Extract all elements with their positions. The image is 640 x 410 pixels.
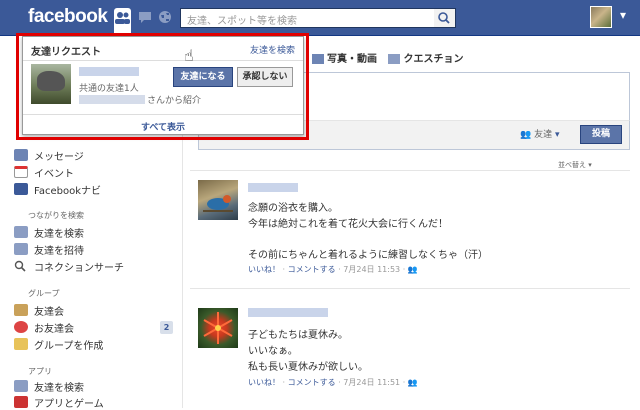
friends-icon: 👥 bbox=[520, 130, 532, 140]
story-text-line: 今年は絶対これを着て花火大会に行くんだ！ bbox=[248, 219, 448, 230]
audience-selector[interactable]: 👥 友達 ▾ bbox=[520, 127, 560, 140]
sort-menu[interactable]: 並べ替え ▾ bbox=[558, 160, 592, 170]
like-link[interactable]: いいね！ bbox=[248, 265, 280, 274]
story-text-line: 私も長い夏休みが欲しい。 bbox=[248, 362, 368, 373]
section-heading-connect: つながりを検索 bbox=[28, 211, 84, 220]
post-button[interactable]: 投稿 bbox=[580, 125, 622, 144]
sidebar-item-messages[interactable]: メッセージ bbox=[14, 147, 84, 163]
search-input[interactable]: 友達、スポット等を検索 bbox=[180, 8, 456, 28]
story-text-line: 念願の浴衣を購入。 bbox=[248, 203, 338, 214]
sidebar-item-label: 友達会 bbox=[34, 306, 64, 318]
navi-icon bbox=[14, 183, 28, 195]
chevron-down-icon: ▾ bbox=[554, 130, 560, 140]
sidebar-item-connection-search[interactable]: コネクションサーチ bbox=[14, 258, 124, 274]
story-author-photo[interactable] bbox=[198, 308, 238, 348]
comment-link[interactable]: コメントする bbox=[288, 378, 336, 387]
story-text-line: 子どもたちは夏休み。 bbox=[248, 330, 348, 341]
sidebar-item-apps-find-friends[interactable]: 友達を検索 bbox=[14, 378, 84, 394]
messages-icon[interactable] bbox=[137, 9, 153, 25]
sidebar-item-find-friends[interactable]: 友達を検索 bbox=[14, 224, 84, 240]
friend-requests-icon[interactable] bbox=[114, 8, 131, 36]
section-heading-apps: アプリ bbox=[28, 367, 52, 376]
sidebar-item-events[interactable]: イベント bbox=[14, 164, 74, 180]
notifications-globe-icon[interactable] bbox=[157, 9, 173, 25]
flower-photo-icon bbox=[203, 312, 233, 344]
sidebar-item-label: お友達会 bbox=[34, 323, 74, 335]
section-heading-groups: グループ bbox=[28, 289, 60, 298]
user-avatar[interactable] bbox=[590, 6, 612, 28]
privacy-icon: 👥 bbox=[407, 378, 418, 387]
create-group-icon bbox=[14, 338, 28, 350]
sidebar-item-navi[interactable]: Facebookナビ bbox=[14, 181, 101, 197]
sidebar-item-group-1[interactable]: 友達会 bbox=[14, 302, 64, 318]
sidebar-item-label: グループを作成 bbox=[34, 340, 104, 352]
story-actions: いいね！ · コメントする · 7月24日 11:53 · 👥 bbox=[248, 265, 418, 274]
sidebar-item-group-2[interactable]: お友達会 bbox=[14, 319, 74, 335]
magnifier-icon bbox=[14, 260, 28, 272]
audience-label: 友達 bbox=[534, 130, 553, 140]
story-text-line: いいなぁ。 bbox=[248, 346, 298, 357]
sidebar-item-label: 友達を検索 bbox=[34, 382, 84, 394]
photo-icon bbox=[312, 54, 324, 64]
story-author-name[interactable] bbox=[248, 183, 298, 192]
comment-link[interactable]: コメントする bbox=[288, 265, 336, 274]
calendar-icon bbox=[14, 166, 28, 178]
invite-icon bbox=[14, 243, 28, 255]
privacy-icon: 👥 bbox=[407, 265, 418, 274]
story-timestamp[interactable]: 7月24日 11:51 bbox=[343, 378, 400, 387]
sidebar-item-label: 友達を招待 bbox=[34, 245, 84, 257]
story-author-photo[interactable] bbox=[198, 180, 238, 220]
sidebar-item-label: イベント bbox=[34, 168, 74, 180]
sidebar-item-label: 友達を検索 bbox=[34, 228, 84, 240]
story-actions: いいね！ · コメントする · 7月24日 11:51 · 👥 bbox=[248, 378, 418, 387]
story-divider bbox=[190, 288, 630, 289]
sidebar-item-label: コネクションサーチ bbox=[34, 262, 124, 274]
friends-icon bbox=[14, 380, 28, 392]
facebook-logo[interactable]: facebook bbox=[28, 6, 108, 28]
group-count-badge: 2 bbox=[160, 321, 173, 334]
search-icon bbox=[438, 12, 450, 24]
story-author-name[interactable] bbox=[248, 308, 328, 317]
account-menu-icon[interactable]: ▾ bbox=[620, 8, 626, 22]
story-text-line: その前にちゃんと着れるように練習しなくちゃ（汗） bbox=[248, 250, 488, 261]
sidebar-item-label: メッセージ bbox=[34, 151, 84, 163]
tab-question[interactable]: クエスチョン bbox=[403, 54, 463, 65]
group-icon bbox=[14, 304, 28, 316]
apple-icon bbox=[14, 321, 28, 333]
composer-tabs: 写真・動画 クエスチョン bbox=[312, 50, 463, 65]
sidebar-item-invite-friends[interactable]: 友達を招待 bbox=[14, 241, 84, 257]
sidebar-item-label: アプリとゲーム bbox=[34, 398, 104, 410]
question-icon bbox=[388, 54, 401, 64]
friends-icon bbox=[14, 226, 28, 238]
tab-photo-video[interactable]: 写真・動画 bbox=[327, 54, 377, 65]
sidebar-item-label: Facebookナビ bbox=[34, 185, 101, 197]
story-timestamp[interactable]: 7月24日 11:53 bbox=[343, 265, 400, 274]
highlight-frame bbox=[16, 33, 309, 140]
apps-icon bbox=[14, 396, 28, 408]
search-button[interactable] bbox=[434, 8, 456, 28]
story-divider bbox=[190, 170, 630, 171]
sidebar-item-create-group[interactable]: グループを作成 bbox=[14, 336, 104, 352]
like-link[interactable]: いいね！ bbox=[248, 378, 280, 387]
messages-icon bbox=[14, 149, 28, 161]
bird-photo-icon bbox=[203, 195, 233, 212]
top-navigation-bar: facebook 友達、スポット等を検索 ▾ bbox=[0, 0, 640, 36]
